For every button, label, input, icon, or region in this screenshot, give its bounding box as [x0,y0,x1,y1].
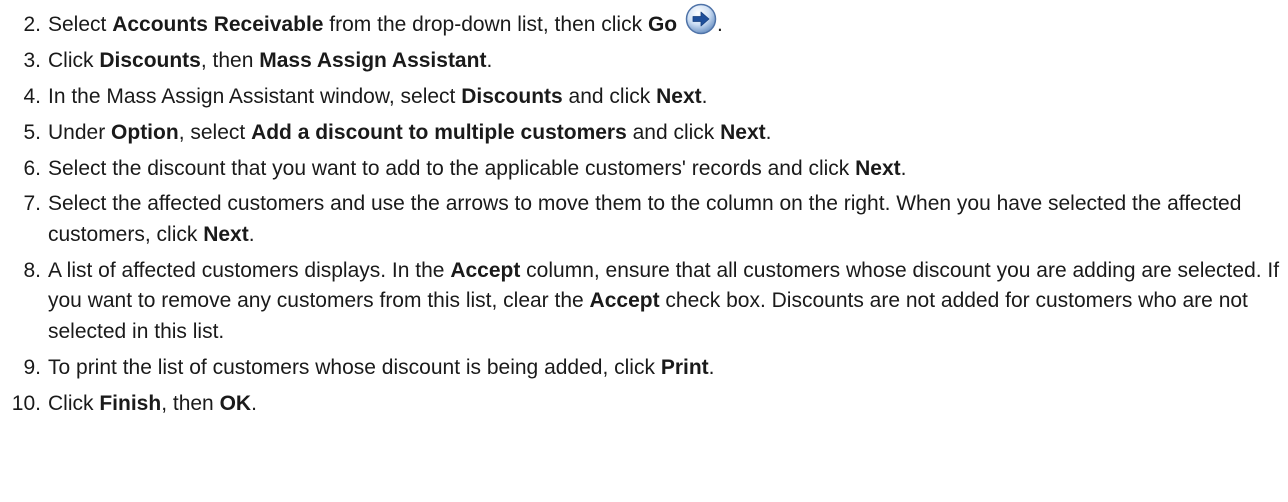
step-emphasis: Option [111,120,179,144]
step-text-segment: , then [200,48,260,72]
step-text-segment: and click [626,120,721,144]
step-text: A list of affected customers displays. I… [48,259,1279,343]
step-emphasis: Accept [450,258,521,282]
step-number: 4. [23,84,41,108]
step-emphasis: Discounts [99,48,201,72]
step-text: Select the affected customers and use th… [48,192,1241,246]
step-text-segment: , select [178,120,252,144]
step-emphasis: Next [720,120,766,144]
step-text-segment: . [251,391,257,415]
step-emphasis: Go [647,13,678,36]
step-text-segment: . [248,222,255,246]
step-text-segment: from the drop-down list, then click [323,13,648,36]
step-text-segment: Select the discount that you want to add… [48,156,856,180]
instruction-steps-list: 2. Select Accounts Receivable from the dr… [0,0,1288,419]
step-text-segment [677,13,683,36]
step-text-segment: . [765,120,772,144]
step-text-segment: Under [48,120,112,144]
step-item: 7. Select the affected customers and use … [8,189,1288,250]
step-text: Select the discount that you want to add… [48,157,907,180]
step-text-segment: . [708,355,715,379]
step-text-segment: Click [48,391,100,415]
step-text-segment: , then [161,391,220,415]
step-number: 7. [23,192,41,216]
step-emphasis: Next [855,156,901,180]
step-item: 3. Click Discounts, then Mass Assign Assi… [8,46,1288,77]
step-number: 3. [23,48,41,72]
step-item: 4. In the Mass Assign Assistant window, s… [8,82,1288,113]
step-emphasis: Add a discount to multiple customers [251,120,627,144]
step-text: Select Accounts Receivable from the drop… [48,3,723,36]
step-number: 5. [23,120,41,144]
step-number: 9. [23,355,41,379]
step-text-segment: Select [48,13,113,36]
step-emphasis: Next [203,222,249,246]
step-text-segment: . [486,48,493,72]
step-text-segment: . [701,84,708,108]
step-text: To print the list of customers whose dis… [48,356,715,379]
step-emphasis: OK [219,391,252,415]
step-item: 5. Under Option, select Add a discount to… [8,118,1288,149]
step-emphasis: Finish [99,391,162,415]
step-emphasis: Accept [589,289,660,313]
step-text-segment: . [900,156,907,180]
step-number: 2. [23,13,41,36]
step-emphasis: Discounts [461,84,563,108]
step-item: 6. Select the discount that you want to a… [8,154,1288,185]
step-text-segment: A list of affected customers displays. I… [48,258,451,282]
step-text-segment: Click [48,48,100,72]
step-text: Click Discounts, then Mass Assign Assist… [48,49,492,72]
step-number: 10. [11,391,41,415]
step-number: 6. [23,156,41,180]
step-text-segment: and click [562,84,657,108]
step-emphasis: Accounts Receivable [112,13,324,36]
step-item: 2. Select Accounts Receivable from the dr… [8,3,1288,41]
step-emphasis: Mass Assign Assistant [259,48,487,72]
step-item: 9. To print the list of customers whose d… [8,353,1288,384]
step-text: Click Finish, then OK. [48,392,257,415]
step-emphasis: Next [656,84,702,108]
step-emphasis: Print [660,355,709,379]
step-item: 8. A list of affected customers displays.… [8,256,1288,348]
step-text-segment: To print the list of customers whose dis… [48,355,661,379]
step-text-segment: . [716,13,723,36]
go-arrow-icon [685,3,717,35]
step-text-segment: In the Mass Assign Assistant window, sel… [48,84,462,108]
step-number: 8. [23,258,41,282]
step-text: Under Option, select Add a discount to m… [48,121,772,144]
step-text: In the Mass Assign Assistant window, sel… [48,85,707,108]
step-item: 10. Click Finish, then OK. [8,389,1288,420]
